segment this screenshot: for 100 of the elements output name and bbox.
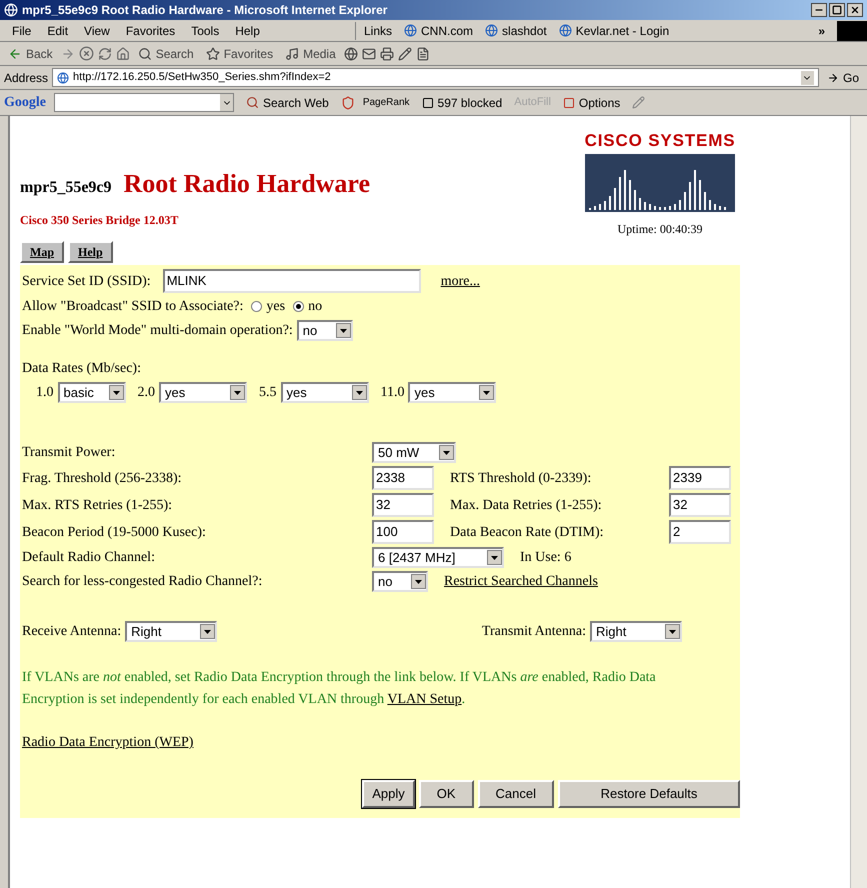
favorites-button[interactable]: Favorites [202,44,278,62]
transmit-power-select[interactable]: 50 mW [372,442,456,463]
maximize-icon [832,5,842,15]
google-search-field[interactable] [54,93,234,112]
restrict-channels-link[interactable]: Restrict Searched Channels [444,571,598,592]
field-label: Search for less-congested Radio Channel?: [22,574,262,589]
field-label: Default Radio Channel: [22,550,155,565]
rate-label: 11.0 [380,384,404,402]
subtitle: Cisco 350 Series Bridge 12.03T [20,212,180,229]
discuss-button[interactable] [416,46,430,60]
field-label: Transmit Antenna: [482,624,586,639]
rate-select[interactable]: yes [280,382,368,403]
history-button[interactable] [344,46,358,60]
field-label: Beacon Period (19-5000 Kusec): [22,524,206,540]
music-note-icon [285,46,300,60]
channel-select[interactable]: 6 [2437 MHz] [372,547,504,568]
number-field[interactable]: 2339 [669,466,731,490]
more-links-button[interactable]: » [818,22,825,40]
ssid-field[interactable]: MLINK [162,269,421,293]
field-label: Max. Data Retries (1-255): [450,498,602,512]
close-icon [850,5,860,15]
field-label: Enable "World Mode" multi-domain operation?: [22,322,293,340]
form-button[interactable]: Restore Defaults [558,780,740,808]
in-use-label: In Use: 6 [520,549,572,567]
radio-button[interactable] [293,301,304,312]
media-button[interactable]: Media [281,44,340,62]
vlan-setup-link[interactable]: VLAN Setup [387,692,462,707]
search-web-button[interactable]: Search Web [242,94,333,112]
rate-select[interactable]: basic [58,382,126,403]
minimize-button[interactable] [811,3,827,17]
field-label: Receive Antenna: [22,623,122,641]
close-button[interactable] [847,3,863,17]
menu-item[interactable]: File [12,22,32,40]
form-button[interactable]: Cancel [478,780,554,808]
form-button[interactable]: Apply [362,780,415,808]
number-field[interactable]: 100 [372,520,434,544]
uptime: Uptime: 00:40:39 [618,220,702,238]
search-icon [246,96,259,109]
favorite-link[interactable]: slashdot [485,22,547,40]
window-icon [422,96,434,108]
home-button[interactable] [116,46,130,60]
field-label: Service Set ID (SSID): [22,272,151,290]
number-field[interactable]: 32 [372,493,434,517]
radio-button[interactable] [251,301,262,312]
shield-icon[interactable] [340,96,355,110]
rate-label: 5.5 [259,384,276,402]
links-label: Links [364,22,392,40]
popup-blocker-button[interactable]: 597 blocked [418,94,506,112]
number-field[interactable]: 2 [669,520,731,544]
vlan-note: If VLANs are not enabled, set Radio Data Encryption through the link below. If VLANs are enabled, Radio Data Encryption is set independently for each enabled VLAN through VLAN Setup. [22,669,657,709]
field-label: Transmit Power: [22,445,116,460]
number-field[interactable]: 32 [669,493,731,517]
field-label: Max. RTS Retries (1-255): [22,498,172,512]
globe-icon [485,24,498,37]
window-title: mpr5_55e9c9 Root Radio Hardware - Microsoft Internet Explorer [22,2,388,19]
stop-button[interactable] [78,46,94,61]
refresh-button[interactable] [98,46,112,60]
nav-button[interactable]: Help [68,241,113,263]
search-button[interactable]: Search [134,44,198,62]
menu-item[interactable]: Favorites [126,22,176,40]
star-icon [206,46,220,60]
field-label: Data Rates (Mb/sec): [22,361,141,376]
rate-label: 1.0 [36,384,54,402]
menu-item[interactable]: Help [235,22,260,40]
back-button[interactable]: Back [4,44,57,62]
more-link[interactable]: more... [440,270,480,292]
rate-select[interactable]: yes [159,382,247,403]
radio-label: yes [266,298,286,316]
address-field[interactable]: http://172.16.250.5/SetHw350_Series.shm?ifIndex=2 [52,68,819,87]
maximize-button[interactable] [829,3,845,17]
window-icon [562,96,575,108]
page-icon [57,72,70,84]
nav-button[interactable]: Map [20,241,64,263]
form-button[interactable]: OK [418,780,474,808]
rate-label: 2.0 [138,384,155,402]
globe-icon [404,24,418,37]
receive-antenna-select[interactable]: Right [125,621,218,642]
pagerank-button[interactable]: PageRank [362,95,410,110]
field-label: Allow "Broadcast" SSID to Associate?: [22,298,244,316]
edit-button[interactable] [398,46,412,60]
go-button[interactable]: Go [822,68,863,86]
menu-item[interactable]: View [84,22,110,40]
rate-select[interactable]: yes [408,382,496,403]
options-button[interactable]: Options [558,94,624,112]
search-channel-select[interactable]: no [372,571,428,592]
print-button[interactable] [380,46,394,60]
host-name: mpr5_55e9c9 [20,178,112,198]
number-field[interactable]: 2338 [372,466,434,490]
transmit-antenna-select[interactable]: Right [590,621,682,642]
favorite-link[interactable]: Kevlar.net - Login [558,22,670,40]
wep-link[interactable]: Radio Data Encryption (WEP) [22,735,194,750]
menu-item[interactable]: Tools [191,22,220,40]
browser-icon [4,3,18,17]
field-label: Frag. Threshold (256-2338): [22,470,182,486]
world-mode-select[interactable]: no [296,320,353,341]
address-label: Address [4,70,48,86]
menu-item[interactable]: Edit [47,22,68,40]
mail-button[interactable] [362,46,376,60]
google-logo[interactable]: Google [4,92,46,113]
favorite-link[interactable]: CNN.com [404,22,474,40]
